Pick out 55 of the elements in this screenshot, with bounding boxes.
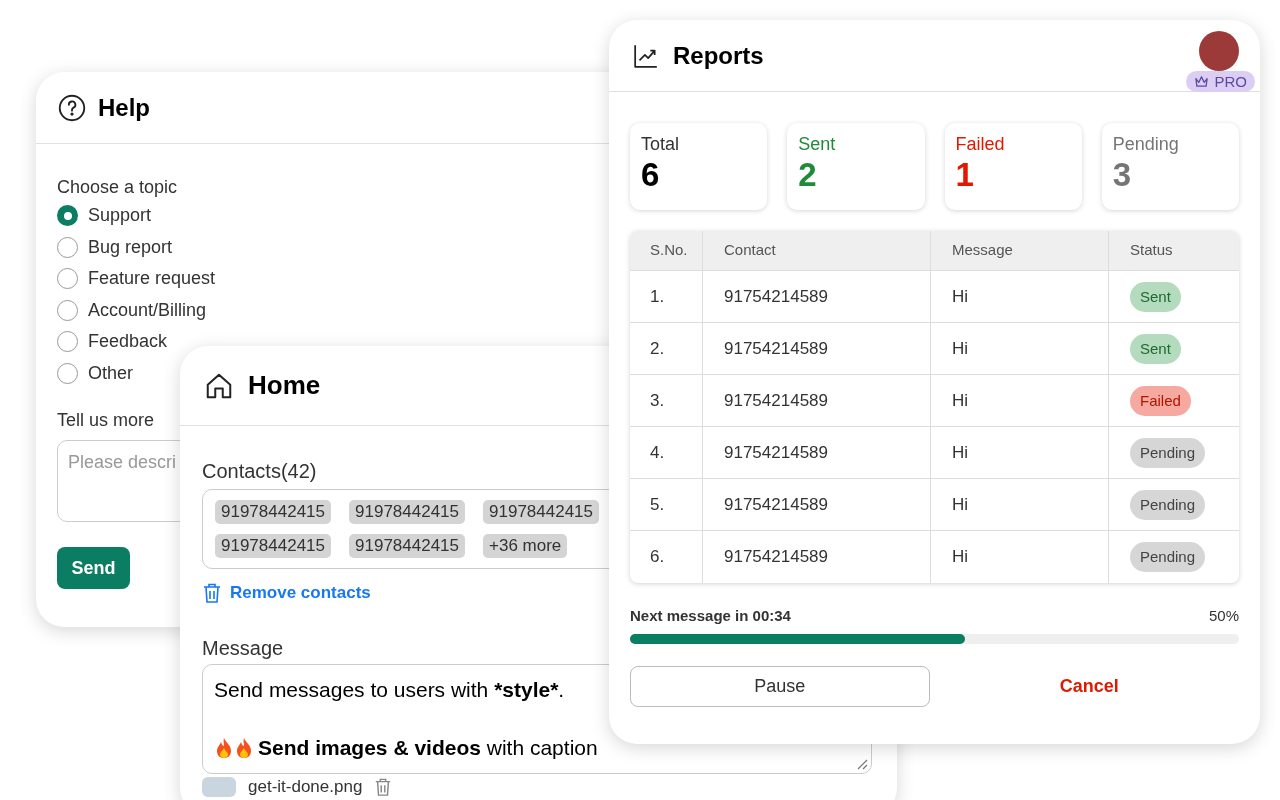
table-cell-text: 6. — [649, 546, 666, 569]
contact-chip: 91978442415 — [215, 534, 331, 558]
message-text: Send messages to users with *style*. — [214, 676, 565, 703]
contacts-label: Contacts(42) — [202, 459, 318, 483]
table-cell-text: 3. — [649, 389, 666, 412]
status-pill: Sent — [1130, 281, 1181, 312]
table-cell: Hi — [930, 323, 1108, 374]
table-cell: 91754214589 — [702, 375, 930, 426]
card-title: Help — [98, 92, 150, 123]
message-label: Message — [202, 635, 285, 660]
stat-label: Failed — [955, 133, 1006, 155]
table-cell-text: 4. — [649, 441, 666, 464]
table-cell: 91754214589 — [702, 271, 930, 322]
progress-reading: 50% — [1208, 606, 1239, 626]
message-text: Send images & videos with caption — [214, 734, 598, 761]
status-pill: Sent — [1130, 333, 1181, 364]
table-cell-text: 5. — [649, 493, 666, 516]
stat-label: Pending — [1112, 133, 1180, 155]
contact-chip: 91978442415 — [483, 500, 600, 524]
more-label: Tell us more — [57, 409, 156, 432]
column-header: Status — [1108, 231, 1239, 270]
table-cell-text: 1. — [649, 285, 666, 308]
status-pill: Pending — [1130, 489, 1206, 520]
status-pill: Failed — [1130, 385, 1191, 416]
table-cell-text: 2. — [649, 337, 666, 360]
topic-label: Choose a topic — [57, 176, 179, 198]
pro-badge: PRO — [1186, 71, 1255, 92]
column-header: Contact — [702, 231, 930, 270]
stat-value: 3 — [1112, 155, 1133, 195]
stat-value: 1 — [955, 155, 975, 195]
column-header: S.No. — [649, 240, 689, 261]
table-cell: 91754214589 — [702, 427, 930, 478]
table-cell: Hi — [930, 479, 1108, 530]
stat-value: 6 — [641, 155, 661, 195]
status-pill: Pending — [1130, 437, 1206, 468]
contact-chip: 91978442415 — [349, 500, 466, 524]
table-cell: Hi — [930, 531, 1108, 583]
attachment-name: get-it-done.png — [248, 776, 363, 797]
contact-chip: 91978442415 — [349, 534, 466, 558]
stat-label: Sent — [798, 133, 837, 155]
table-cell: Hi — [930, 271, 1108, 322]
contact-chip: 91978442415 — [215, 500, 331, 524]
stat-value: 2 — [798, 155, 818, 195]
card-title: Home — [248, 369, 321, 402]
column-header: Message — [930, 231, 1108, 270]
table-cell: 91754214589 — [702, 531, 930, 583]
contact-chip: +36 more — [483, 534, 568, 558]
table-cell: Hi — [930, 427, 1108, 478]
table-cell: 91754214589 — [702, 479, 930, 530]
table-cell: 91754214589 — [702, 323, 930, 374]
table-cell: Hi — [930, 375, 1108, 426]
progress-label: Next message in 00:34 — [630, 606, 791, 626]
stat-label: Total — [641, 133, 681, 155]
card-title: Reports — [673, 40, 764, 71]
status-pill: Pending — [1130, 542, 1206, 572]
